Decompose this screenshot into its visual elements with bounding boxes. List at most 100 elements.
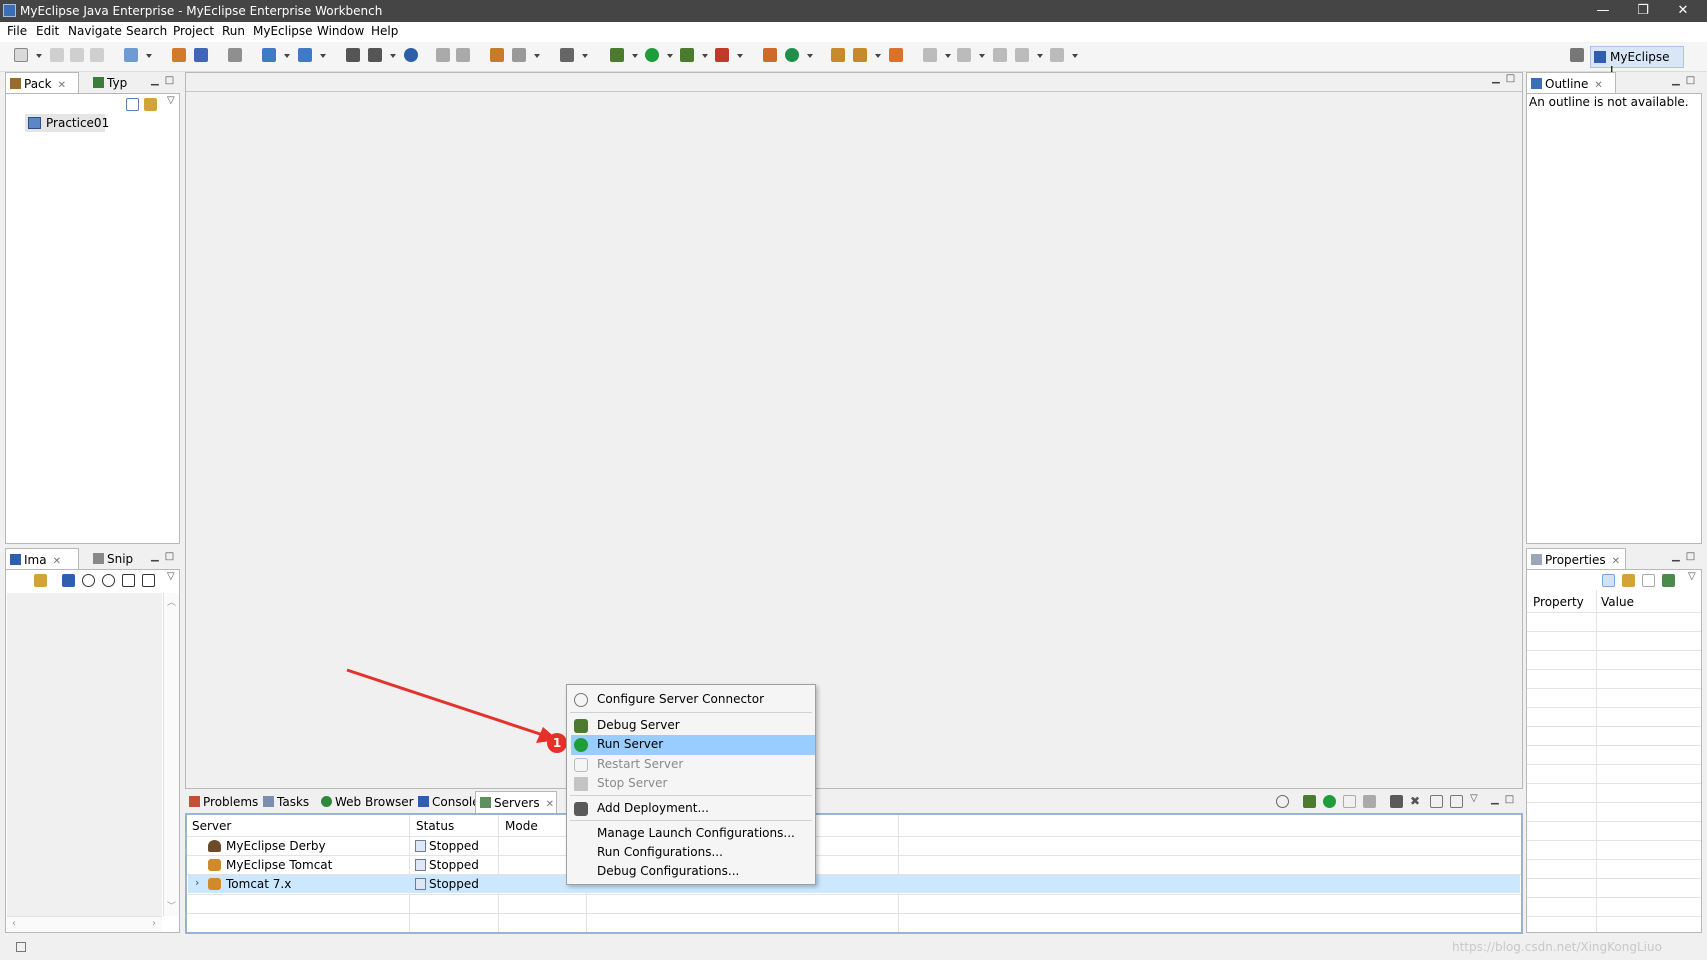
- menu-item-run-server[interactable]: Run Server: [571, 735, 815, 755]
- tab-web-browser[interactable]: Web Browser: [317, 791, 414, 813]
- scroll-down-icon[interactable]: ﹀: [167, 899, 176, 912]
- menu-edit[interactable]: Edit: [36, 24, 59, 38]
- last-edit-icon[interactable]: [993, 48, 1007, 62]
- view-menu-icon[interactable]: ▽: [167, 571, 175, 582]
- hierarchy-icon[interactable]: [512, 48, 526, 62]
- menu-help[interactable]: Help: [371, 24, 398, 38]
- close-icon[interactable]: ✕: [58, 80, 66, 91]
- view-menu-icon[interactable]: ▽: [167, 95, 175, 106]
- save-all-icon[interactable]: [70, 48, 84, 62]
- open-resource-icon[interactable]: [194, 48, 208, 62]
- perspective-button[interactable]: MyEclipse J...: [1590, 46, 1684, 78]
- menu-search[interactable]: Search: [126, 24, 167, 38]
- next-edit-icon[interactable]: [456, 48, 470, 62]
- sync-icon[interactable]: [34, 574, 47, 587]
- tab-tasks[interactable]: Tasks: [259, 791, 315, 813]
- menu-file[interactable]: File: [7, 24, 27, 38]
- menu-item-configure-server-connector[interactable]: Configure Server Connector: [567, 690, 815, 710]
- deploy-icon[interactable]: [228, 48, 242, 62]
- toggle-mark-icon[interactable]: [889, 48, 903, 62]
- menu-item-debug-server[interactable]: Debug Server: [567, 716, 815, 736]
- close-button[interactable]: ✕: [1663, 0, 1703, 22]
- table-row[interactable]: MyEclipse Derby Stopped: [188, 837, 1520, 855]
- debug-server-icon[interactable]: [1303, 795, 1316, 808]
- zoom-out-icon[interactable]: [82, 574, 95, 587]
- horizontal-scrollbar[interactable]: ‹ ›: [7, 916, 162, 932]
- pin-icon[interactable]: [1662, 574, 1675, 587]
- tab-package-explorer[interactable]: Pack ✕: [5, 72, 79, 94]
- view-menu-icon[interactable]: ▽: [1470, 793, 1478, 804]
- menu-run[interactable]: Run: [222, 24, 245, 38]
- connector-tool-icon[interactable]: [1276, 795, 1289, 808]
- screenshot-icon[interactable]: [560, 48, 574, 62]
- tab-image-preview[interactable]: Ima ✕: [5, 548, 79, 570]
- generate-icon[interactable]: [262, 48, 276, 62]
- fit-icon[interactable]: [142, 574, 155, 587]
- close-icon[interactable]: ✕: [1612, 556, 1620, 567]
- start-server-icon[interactable]: [1323, 795, 1336, 808]
- table-row[interactable]: MyEclipse Tomcat Stopped: [188, 856, 1520, 874]
- back-icon[interactable]: [1015, 48, 1029, 62]
- menu-navigate[interactable]: Navigate: [68, 24, 122, 38]
- tab-outline[interactable]: Outline ✕: [1526, 72, 1616, 94]
- new-project-icon[interactable]: [124, 48, 138, 62]
- task-icon[interactable]: [853, 48, 867, 62]
- close-icon[interactable]: ✕: [1594, 80, 1602, 91]
- view-menu-icon[interactable]: ▽: [1688, 571, 1696, 582]
- advanced-icon[interactable]: [1622, 574, 1635, 587]
- close-icon[interactable]: ✕: [546, 799, 554, 810]
- new-class-icon[interactable]: [763, 48, 777, 62]
- scroll-up-icon[interactable]: ︿: [167, 595, 176, 608]
- vertical-scrollbar[interactable]: ︿ ﹀: [163, 593, 179, 916]
- copy-icon[interactable]: [1430, 795, 1443, 808]
- restore-button[interactable]: ❐: [1623, 0, 1663, 22]
- run-icon[interactable]: [645, 48, 659, 62]
- open-type-icon[interactable]: [172, 48, 186, 62]
- menu-item-run-configurations[interactable]: Run Configurations...: [567, 843, 815, 863]
- open-perspective-icon[interactable]: [1570, 48, 1584, 62]
- restore-default-icon[interactable]: [1642, 574, 1655, 587]
- remove-icon[interactable]: ✖: [1410, 795, 1423, 808]
- menu-window[interactable]: Window: [317, 24, 364, 38]
- manage-deployments-icon[interactable]: [368, 48, 382, 62]
- tab-snippets[interactable]: Snip: [89, 548, 139, 570]
- external-tools-icon[interactable]: [715, 48, 729, 62]
- tab-properties[interactable]: Properties ✕: [1526, 548, 1626, 570]
- link-with-editor-icon[interactable]: [144, 98, 157, 111]
- search-tool-icon[interactable]: [298, 48, 312, 62]
- tab-console[interactable]: Console: [414, 791, 484, 813]
- menu-item-debug-configurations[interactable]: Debug Configurations...: [567, 862, 815, 882]
- new-icon[interactable]: [14, 48, 28, 62]
- minimize-maximize-icons[interactable]: ▁□: [1492, 73, 1521, 84]
- menu-item-add-deployment[interactable]: Add Deployment...: [567, 799, 815, 819]
- minimize-maximize-icons[interactable]: ▁□: [151, 75, 180, 86]
- add-deployment-icon[interactable]: [1390, 795, 1403, 808]
- restart-server-icon[interactable]: [1343, 795, 1356, 808]
- minimize-maximize-icons[interactable]: ▁□: [151, 551, 180, 562]
- prev-edit-icon[interactable]: [436, 48, 450, 62]
- zoom-in-icon[interactable]: [102, 574, 115, 587]
- prev-annotation-icon[interactable]: [957, 48, 971, 62]
- tab-servers[interactable]: Servers ✕: [475, 791, 557, 813]
- deploy-project-icon[interactable]: [346, 48, 360, 62]
- next-annotation-icon[interactable]: [923, 48, 937, 62]
- browser-icon[interactable]: [404, 48, 418, 62]
- open-folder-icon[interactable]: [831, 48, 845, 62]
- close-icon[interactable]: ✕: [53, 556, 61, 567]
- debug-icon[interactable]: [610, 48, 624, 62]
- image-icon[interactable]: [62, 574, 75, 587]
- tree-item-practice01[interactable]: Practice01: [25, 114, 109, 132]
- minimize-maximize-icons[interactable]: ▁□: [1672, 551, 1701, 562]
- print-icon[interactable]: [90, 48, 104, 62]
- new-package-icon[interactable]: [785, 48, 799, 62]
- menu-myeclipse[interactable]: MyEclipse: [253, 24, 313, 38]
- scroll-left-icon[interactable]: ‹: [12, 918, 16, 929]
- menu-item-restart-server[interactable]: Restart Server: [567, 755, 815, 775]
- fast-view-icon[interactable]: [16, 942, 26, 952]
- minimize-maximize-icons[interactable]: ▁□: [1491, 794, 1520, 805]
- minimize-button[interactable]: —: [1583, 0, 1623, 22]
- collapse-all-icon[interactable]: [126, 98, 139, 111]
- menu-project[interactable]: Project: [173, 24, 214, 38]
- coverage-icon[interactable]: [680, 48, 694, 62]
- save-icon[interactable]: [50, 48, 64, 62]
